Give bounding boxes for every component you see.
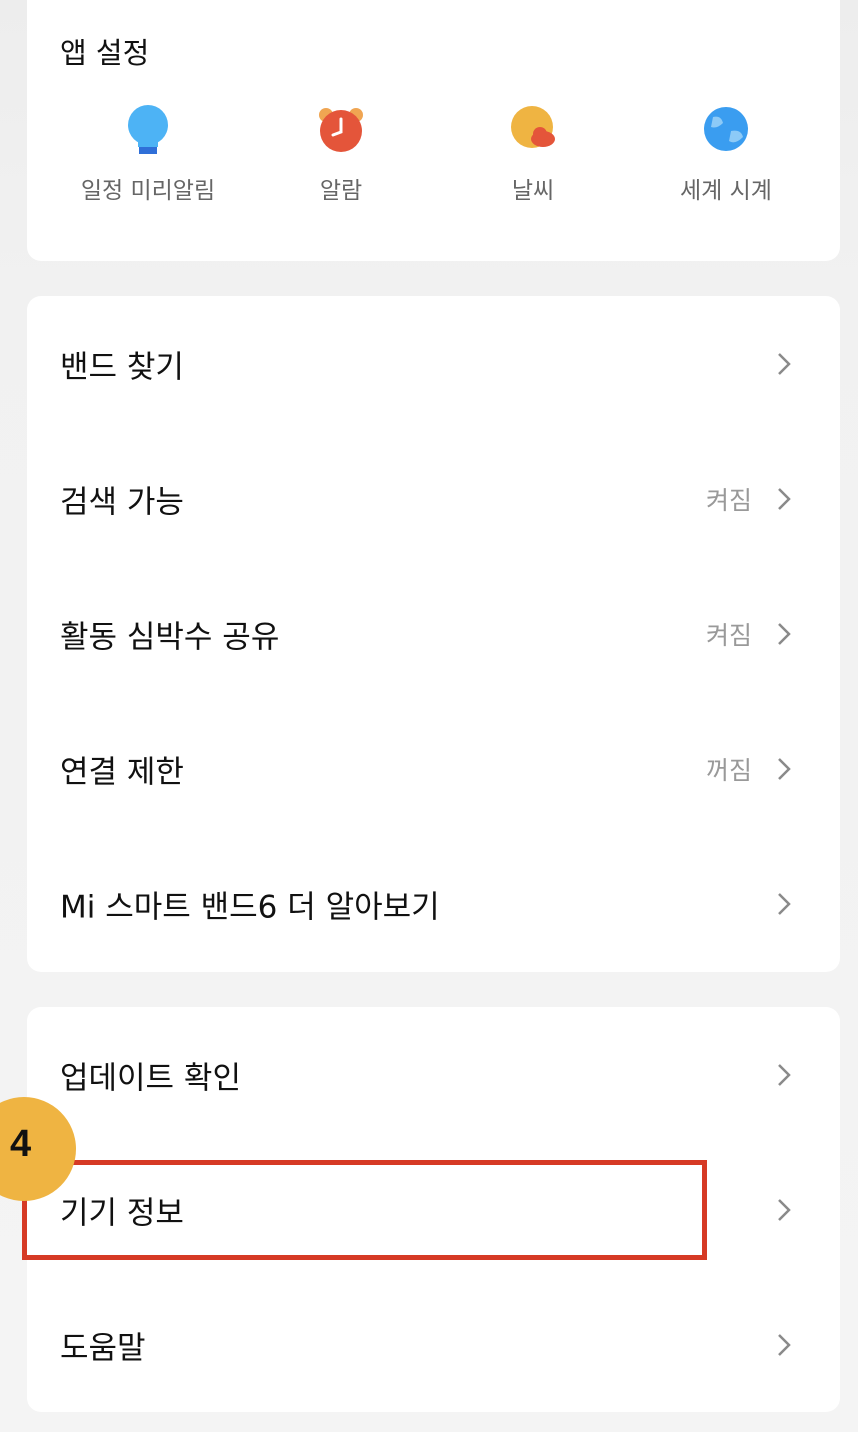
app-item-label: 일정 미리알림	[80, 178, 216, 204]
chevron-right-icon	[778, 352, 791, 375]
app-item-label: 알람	[319, 178, 363, 204]
app-item-world-clock[interactable]: 세계 시계	[626, 105, 826, 205]
lightbulb-icon	[125, 105, 171, 159]
chevron-right-icon	[778, 1198, 791, 1221]
app-item-label: 날씨	[511, 178, 555, 204]
chevron-right-icon	[778, 622, 791, 645]
row-label: 도움말	[60, 1330, 146, 1366]
weather-icon	[510, 105, 556, 159]
chevron-right-icon	[778, 757, 791, 780]
app-item-label: 세계 시계	[680, 178, 772, 204]
row-label: 밴드 찾기	[60, 349, 184, 385]
chevron-right-icon	[778, 1063, 791, 1086]
highlight-box	[22, 1160, 707, 1260]
connection-limit-row[interactable]: 연결 제한 꺼짐	[27, 701, 840, 836]
alarm-clock-icon	[318, 105, 364, 159]
check-update-row[interactable]: 업데이트 확인	[27, 1007, 840, 1142]
app-settings-title: 앱 설정	[60, 36, 150, 70]
find-band-row[interactable]: 밴드 찾기	[27, 296, 840, 431]
row-label: 업데이트 확인	[60, 1060, 241, 1096]
chevron-right-icon	[778, 487, 791, 510]
row-label: Mi 스마트 밴드6 더 알아보기	[60, 889, 440, 925]
row-label: 활동 심박수 공유	[60, 619, 280, 655]
status-value: 꺼짐	[705, 755, 752, 785]
learn-more-row[interactable]: Mi 스마트 밴드6 더 알아보기	[27, 836, 840, 971]
row-label: 연결 제한	[60, 754, 184, 790]
chevron-right-icon	[778, 1333, 791, 1356]
chevron-right-icon	[778, 892, 791, 915]
row-label: 검색 가능	[60, 484, 184, 520]
band-settings-card: 밴드 찾기 검색 가능 켜짐 활동 심박수 공유 켜짐 연결 제한 꺼짐 Mi …	[27, 296, 840, 972]
discoverable-row[interactable]: 검색 가능 켜짐	[27, 431, 840, 566]
app-settings-card: 앱 설정 일정 미리알림 알람 날씨 세계 시계	[27, 0, 840, 261]
share-heart-rate-row[interactable]: 활동 심박수 공유 켜짐	[27, 566, 840, 701]
status-value: 켜짐	[705, 620, 752, 650]
globe-icon	[703, 105, 749, 159]
app-item-alarm[interactable]: 알람	[241, 105, 441, 205]
app-item-weather[interactable]: 날씨	[433, 105, 633, 205]
app-item-schedule-reminder[interactable]: 일정 미리알림	[48, 105, 248, 205]
step-number: 4	[10, 1123, 32, 1165]
status-value: 켜짐	[705, 485, 752, 515]
help-row[interactable]: 도움말	[27, 1277, 840, 1412]
